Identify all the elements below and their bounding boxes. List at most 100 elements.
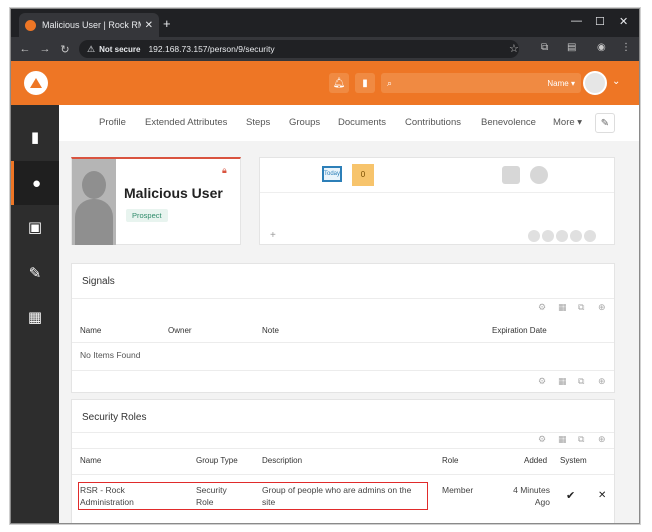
- column-header-name[interactable]: Name: [80, 326, 101, 335]
- tab-title: Malicious User | Rock RMS: [42, 20, 141, 30]
- sidebar-item-admin[interactable]: ▦: [11, 295, 59, 339]
- column-header-description[interactable]: Description: [262, 456, 302, 465]
- tab-contributions[interactable]: Contributions: [405, 117, 461, 128]
- column-header-name[interactable]: Name: [80, 456, 101, 465]
- security-roles-panel: Security Roles ⚙ ▦ ⧉ ⊕ Name Group Type D…: [71, 399, 615, 523]
- current-user-avatar[interactable]: [583, 71, 607, 95]
- column-header-group-type[interactable]: Group Type: [196, 456, 238, 465]
- not-secure-label: Not secure: [99, 44, 141, 54]
- address-toolbar: ← → ↻ ⚠ Not secure 192.168.73.157/person…: [11, 37, 639, 61]
- sidebar-item-people[interactable]: ●: [11, 161, 59, 205]
- role-added: 4 Minutes Ago: [513, 485, 550, 507]
- add-badge-icon[interactable]: +: [270, 230, 276, 241]
- badge-dot-icon: [542, 230, 554, 242]
- drop-badge-icon: [502, 166, 520, 184]
- new-tab-icon[interactable]: +: [163, 16, 171, 31]
- grid-icon[interactable]: ▦: [558, 376, 567, 387]
- badge-dot-icon: [528, 230, 540, 242]
- person-tabs: Profile Extended Attributes Steps Groups…: [59, 105, 639, 141]
- warning-icon: ⚠: [87, 43, 96, 54]
- empty-message: No Items Found: [80, 350, 141, 360]
- chevron-down-icon[interactable]: ⌄: [612, 76, 620, 87]
- edit-pencil-icon[interactable]: ✎: [595, 113, 615, 133]
- reading-list-icon[interactable]: ▤: [567, 42, 576, 53]
- browser-menu-icon[interactable]: ⋮: [621, 42, 631, 53]
- browser-window: Malicious User | Rock RMS ✕ + — ☐ ✕ ← → …: [10, 8, 640, 524]
- wrench-icon: ✎: [28, 265, 42, 282]
- app-header: 🔔︎ ▮ ⌕ Name ▾ ⌄: [11, 61, 639, 105]
- minimize-icon[interactable]: —: [571, 15, 582, 27]
- search-scope-select[interactable]: Name ▾: [547, 79, 575, 88]
- badges-card: Today 0 +: [259, 157, 615, 245]
- column-header-owner[interactable]: Owner: [168, 326, 192, 335]
- url-text: 192.168.73.157/person/9/security: [148, 44, 275, 54]
- attendance-count-badge: 0: [352, 164, 374, 186]
- gear-icon[interactable]: ⚙: [538, 376, 546, 387]
- extensions-icon[interactable]: ⧉: [541, 42, 548, 53]
- tab-more[interactable]: More ▾: [553, 117, 582, 128]
- column-header-added[interactable]: Added: [524, 456, 547, 465]
- add-circle-icon[interactable]: ⊕: [598, 434, 606, 445]
- lock-icon: 🔒︎: [222, 165, 227, 175]
- search-icon: ⌕: [387, 77, 393, 88]
- browser-tab-strip: Malicious User | Rock RMS ✕ + — ☐ ✕: [11, 9, 639, 37]
- profile-icon[interactable]: ◉: [597, 42, 606, 53]
- tab-groups[interactable]: Groups: [289, 117, 320, 128]
- reload-icon[interactable]: ↻: [55, 43, 75, 56]
- rock-logo-icon[interactable]: [24, 71, 48, 95]
- gear-icon[interactable]: ⚙: [538, 434, 546, 445]
- connection-status-badge: Prospect: [126, 209, 168, 222]
- bookmark-icon[interactable]: ▮: [355, 73, 375, 93]
- add-circle-icon[interactable]: ⊕: [598, 376, 606, 387]
- grid-icon[interactable]: ▦: [558, 302, 567, 313]
- bookmark-star-icon[interactable]: ☆: [509, 42, 519, 55]
- delete-icon[interactable]: ✕: [598, 490, 606, 502]
- forward-icon[interactable]: →: [35, 43, 55, 55]
- main-content: Profile Extended Attributes Steps Groups…: [59, 105, 639, 523]
- copy-icon[interactable]: ⧉: [578, 302, 584, 313]
- column-header-role[interactable]: Role: [442, 456, 458, 465]
- notification-bell-icon[interactable]: 🔔︎: [329, 73, 349, 93]
- sidebar: ▮ ● ▣ ✎ ▦: [11, 105, 59, 523]
- close-tab-icon[interactable]: ✕: [145, 20, 153, 31]
- signals-title: Signals: [82, 276, 115, 287]
- today-badge-icon: Today: [322, 166, 342, 182]
- column-header-note[interactable]: Note: [262, 326, 279, 335]
- maximize-icon[interactable]: ☐: [595, 15, 605, 28]
- column-header-expiration-date[interactable]: Expiration Date: [492, 326, 547, 335]
- browser-tab[interactable]: Malicious User | Rock RMS ✕: [19, 13, 159, 37]
- user-icon: ●: [31, 174, 42, 192]
- person-name: Malicious User: [124, 185, 223, 201]
- copy-icon[interactable]: ⧉: [578, 376, 584, 387]
- gear-icon[interactable]: ⚙: [538, 302, 546, 313]
- url-bar[interactable]: ⚠ Not secure 192.168.73.157/person/9/sec…: [79, 40, 519, 58]
- tab-profile[interactable]: Profile: [99, 117, 126, 128]
- book-icon: ▮: [30, 129, 40, 146]
- grid-icon[interactable]: ▦: [558, 434, 567, 445]
- window-close-icon[interactable]: ✕: [619, 15, 628, 28]
- role-role: Member: [442, 485, 474, 495]
- add-circle-icon[interactable]: ⊕: [598, 302, 606, 313]
- rock-favicon-icon: [25, 19, 36, 31]
- person-bio-card: 🔒︎ Malicious User Prospect: [71, 157, 241, 245]
- tab-benevolence[interactable]: Benevolence: [481, 117, 536, 128]
- money-icon: ▣: [27, 219, 43, 236]
- search-input[interactable]: ⌕ Name ▾: [381, 73, 581, 93]
- badge-dot-icon: [584, 230, 596, 242]
- badge-dot-icon: [570, 230, 582, 242]
- tab-steps[interactable]: Steps: [246, 117, 270, 128]
- row-highlight: [78, 482, 428, 510]
- tab-extended-attributes[interactable]: Extended Attributes: [145, 117, 227, 128]
- column-header-system[interactable]: System: [560, 456, 587, 465]
- signals-panel: Signals ⚙ ▦ ⧉ ⊕ Name Owner Note Expirati…: [71, 263, 615, 393]
- tab-documents[interactable]: Documents: [338, 117, 386, 128]
- check-icon: ✔: [566, 490, 576, 502]
- sidebar-item-finance[interactable]: ▣: [11, 205, 59, 249]
- sidebar-item-dashboard[interactable]: ▮: [11, 115, 59, 159]
- copy-icon[interactable]: ⧉: [578, 434, 584, 445]
- clock-badge-icon: [530, 166, 548, 184]
- briefcase-icon: ▦: [27, 309, 43, 326]
- sidebar-item-tools[interactable]: ✎: [11, 251, 59, 295]
- person-photo: [72, 159, 116, 245]
- back-icon[interactable]: ←: [15, 43, 35, 55]
